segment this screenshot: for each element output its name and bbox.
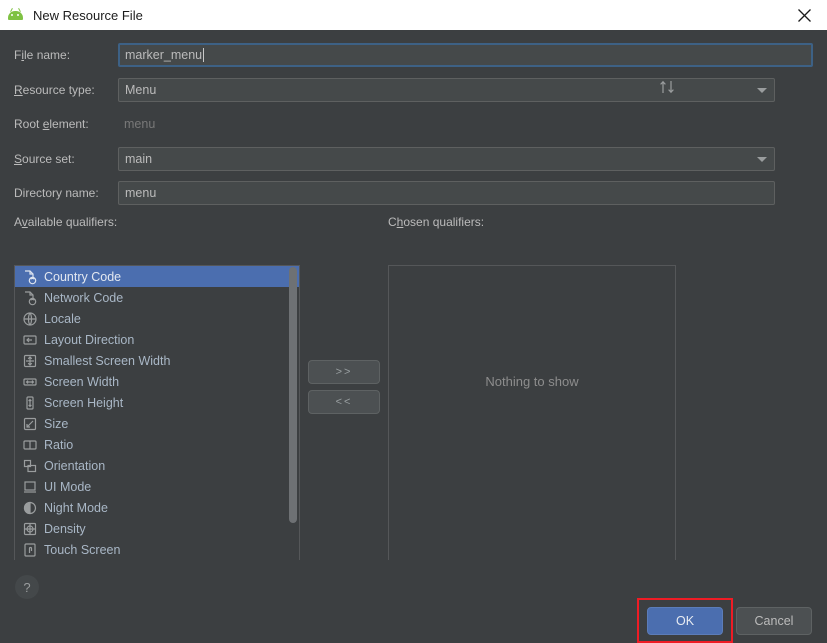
source-set-label: Source set: (14, 152, 75, 166)
list-item-label: Density (44, 521, 86, 536)
list-item[interactable]: Screen Width (15, 371, 299, 392)
file-name-label: File name: (14, 48, 71, 62)
chosen-empty-message: Nothing to show (485, 374, 579, 389)
ratio-icon (22, 437, 38, 453)
list-item-label: Smallest Screen Width (44, 353, 171, 368)
available-qualifiers-list[interactable]: Country Code Network Code Locale Layout Dir… (14, 265, 300, 590)
directory-name-label: Directory name: (14, 186, 99, 200)
chosen-qualifiers-caption: Chosen qualifiers: (388, 215, 485, 229)
list-item[interactable]: Screen Height (15, 392, 299, 413)
night-mode-icon (22, 500, 38, 516)
locale-globe-icon (22, 311, 38, 327)
country-code-icon (22, 269, 38, 285)
screen-width-icon (22, 374, 38, 390)
network-code-icon (22, 290, 38, 306)
list-item-label: UI Mode (44, 479, 92, 494)
file-name-input[interactable]: marker_menu (118, 43, 813, 67)
chevron-down-icon (757, 88, 767, 93)
list-item-label: Orientation (44, 458, 106, 473)
list-item-label: Ratio (44, 437, 74, 452)
form-row-source-set: Source set: main (14, 147, 775, 171)
list-item-label: Locale (44, 311, 81, 326)
list-item-label: Network Code (44, 290, 124, 305)
root-element-value: menu (124, 117, 156, 131)
touch-screen-icon (22, 542, 38, 558)
dialog-body: File name: marker_menu Resource type: Me… (0, 30, 827, 643)
list-item[interactable]: Size (15, 413, 299, 434)
available-list-scrollbar[interactable] (289, 267, 297, 589)
window-titlebar: New Resource File (0, 0, 827, 30)
form-row-root-element: Root element: menu (14, 112, 775, 136)
list-item-label: Screen Width (44, 374, 120, 389)
add-qualifier-button[interactable]: >> (308, 360, 380, 384)
list-item-label: Country Code (44, 269, 122, 284)
form-row-file-name: File name: marker_menu (14, 43, 813, 67)
list-item[interactable]: UI Mode (15, 476, 299, 497)
list-item-label: Touch Screen (44, 542, 121, 557)
help-button[interactable]: ? (15, 575, 39, 599)
resource-type-label: Resource type: (14, 83, 95, 97)
source-set-select[interactable]: main (118, 147, 775, 171)
list-item-label: Night Mode (44, 500, 108, 515)
chevron-down-icon (757, 157, 767, 162)
android-robot-icon (7, 7, 25, 23)
sort-ascending-descending-icon[interactable] (659, 79, 679, 95)
list-item-label: Screen Height (44, 395, 124, 410)
orientation-icon (22, 458, 38, 474)
list-item[interactable]: Ratio (15, 434, 299, 455)
list-item[interactable]: Touch Screen (15, 539, 299, 560)
window-title: New Resource File (33, 7, 143, 23)
list-item[interactable]: Layout Direction (15, 329, 299, 350)
list-item[interactable]: Density (15, 518, 299, 539)
ui-mode-icon (22, 479, 38, 495)
list-item[interactable]: Night Mode (15, 497, 299, 518)
form-row-directory-name: Directory name: menu (14, 181, 775, 205)
layout-direction-icon (22, 332, 38, 348)
available-qualifiers-caption: Available qualifiers: (14, 215, 118, 229)
directory-name-input[interactable]: menu (118, 181, 775, 205)
list-item-label: Size (44, 416, 69, 431)
list-item-label: Layout Direction (44, 332, 135, 347)
list-item[interactable]: Smallest Screen Width (15, 350, 299, 371)
root-element-label: Root element: (14, 117, 89, 131)
chosen-qualifiers-list[interactable]: Nothing to show (388, 265, 676, 590)
cancel-button[interactable]: Cancel (736, 607, 812, 635)
list-item[interactable]: Network Code (15, 287, 299, 308)
smallest-screen-width-icon (22, 353, 38, 369)
list-item[interactable]: Locale (15, 308, 299, 329)
screen-height-icon (22, 395, 38, 411)
list-item[interactable]: Country Code (15, 266, 299, 287)
ok-button[interactable]: OK (647, 607, 723, 635)
remove-qualifier-button[interactable]: << (308, 390, 380, 414)
density-icon (22, 521, 38, 537)
close-icon[interactable] (781, 0, 827, 30)
size-icon (22, 416, 38, 432)
list-item[interactable]: Orientation (15, 455, 299, 476)
